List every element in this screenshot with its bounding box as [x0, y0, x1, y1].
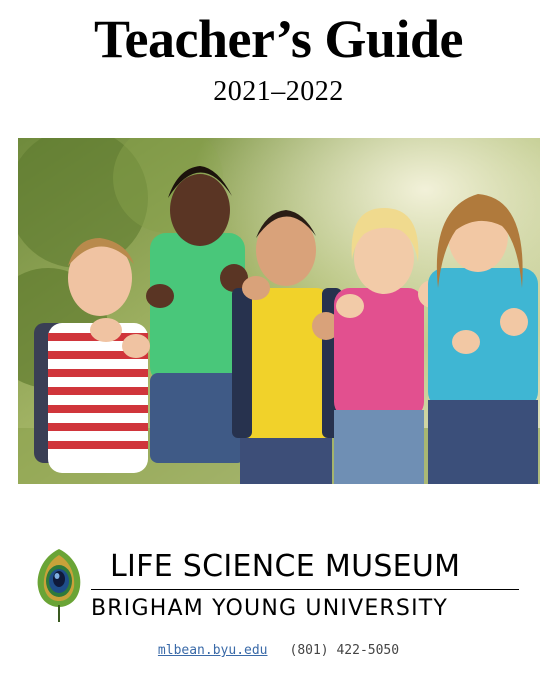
website-link[interactable]: mlbean.byu.edu [158, 643, 268, 658]
logo-divider [91, 589, 519, 590]
page-title: Teacher’s Guide [94, 9, 463, 69]
peacock-feather-logo [37, 549, 81, 622]
children-thumbs-up-photo [18, 138, 540, 484]
university-name: BRIGHAM YOUNG UNIVERSITY [91, 596, 449, 621]
contact-line: mlbean.byu.edu (801) 422-5050 [0, 642, 557, 660]
phone-number: (801) 422-5050 [289, 643, 400, 658]
year-range: 2021–2022 [213, 76, 344, 107]
cover-photo [18, 138, 540, 484]
museum-name: LIFE SCIENCE MUSEUM [110, 549, 461, 584]
